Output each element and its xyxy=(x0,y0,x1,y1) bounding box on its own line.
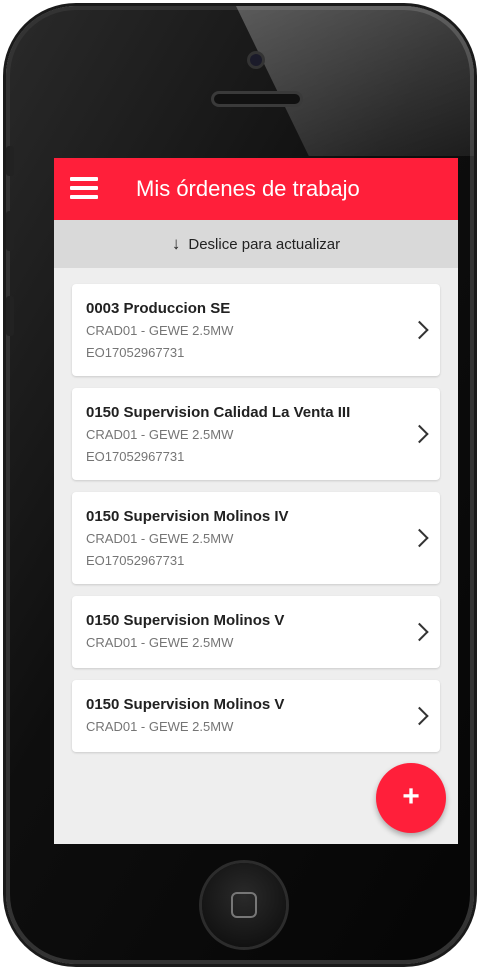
front-camera xyxy=(250,54,262,66)
hamburger-menu-icon[interactable] xyxy=(70,177,98,199)
work-order-item[interactable]: 0150 Supervision Calidad La Venta III CR… xyxy=(72,388,440,480)
refresh-label: Deslice para actualizar xyxy=(188,236,341,253)
work-order-code: EO17052967731 xyxy=(86,553,185,568)
phone-frame: Mis órdenes de trabajo ↓ Deslice para act… xyxy=(6,6,474,964)
add-work-order-button[interactable]: + xyxy=(376,763,446,833)
volume-down-button xyxy=(6,296,14,336)
work-order-list: 0003 Produccion SE CRAD01 - GEWE 2.5MW E… xyxy=(72,284,440,764)
work-order-title: 0150 Supervision Molinos V xyxy=(86,696,285,713)
volume-up-button xyxy=(6,211,14,251)
work-order-item[interactable]: 0003 Produccion SE CRAD01 - GEWE 2.5MW E… xyxy=(72,284,440,376)
plus-icon: + xyxy=(402,780,420,813)
home-button xyxy=(202,863,286,947)
home-square-icon xyxy=(231,892,257,918)
app-screen: Mis órdenes de trabajo ↓ Deslice para act… xyxy=(54,158,458,844)
page-title: Mis órdenes de trabajo xyxy=(136,176,360,201)
work-order-code: EO17052967731 xyxy=(86,345,185,360)
work-order-equipment: CRAD01 - GEWE 2.5MW xyxy=(86,531,234,546)
pull-to-refresh-bar[interactable]: ↓ Deslice para actualizar xyxy=(54,220,458,268)
work-order-equipment: CRAD01 - GEWE 2.5MW xyxy=(86,719,234,734)
phone-gloss xyxy=(236,6,474,156)
work-order-title: 0150 Supervision Molinos IV xyxy=(86,508,289,525)
app-bar: Mis órdenes de trabajo xyxy=(54,158,458,220)
work-order-equipment: CRAD01 - GEWE 2.5MW xyxy=(86,323,234,338)
earpiece-speaker xyxy=(214,94,300,104)
work-order-item[interactable]: 0150 Supervision Molinos V CRAD01 - GEWE… xyxy=(72,596,440,668)
work-order-item[interactable]: 0150 Supervision Molinos IV CRAD01 - GEW… xyxy=(72,492,440,584)
work-order-code: EO17052967731 xyxy=(86,449,185,464)
work-order-title: 0150 Supervision Molinos V xyxy=(86,612,285,629)
mute-switch xyxy=(6,146,14,176)
work-order-title: 0150 Supervision Calidad La Venta III xyxy=(86,404,351,421)
work-order-title: 0003 Produccion SE xyxy=(86,300,231,317)
arrow-down-icon: ↓ xyxy=(171,234,181,253)
work-order-equipment: CRAD01 - GEWE 2.5MW xyxy=(86,635,234,650)
work-order-equipment: CRAD01 - GEWE 2.5MW xyxy=(86,427,234,442)
work-order-item[interactable]: 0150 Supervision Molinos V CRAD01 - GEWE… xyxy=(72,680,440,752)
